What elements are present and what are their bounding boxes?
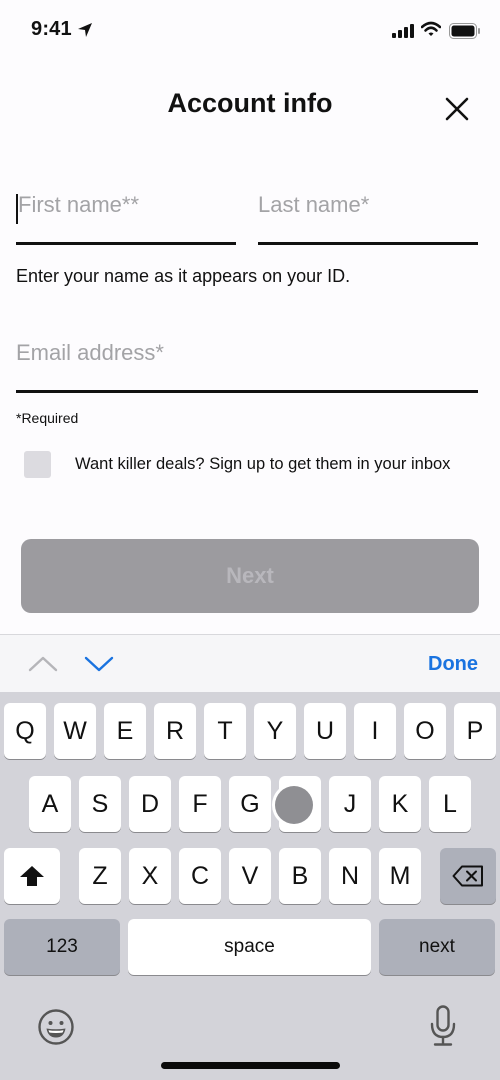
microphone-icon[interactable] [428,1005,458,1047]
close-icon[interactable] [442,94,472,124]
key-n[interactable]: N [329,848,371,904]
key-a[interactable]: A [29,776,71,832]
wifi-icon [421,21,441,36]
key-x[interactable]: X [129,848,171,904]
last-name-input[interactable] [258,192,478,218]
key-t[interactable]: T [204,703,246,759]
chevron-down-icon[interactable] [84,655,114,673]
key-z[interactable]: Z [79,848,121,904]
home-indicator [161,1062,340,1069]
cellular-signal-icon [392,24,414,38]
space-key[interactable]: space [128,919,371,975]
key-s[interactable]: S [79,776,121,832]
first-name-field[interactable] [16,192,236,245]
battery-icon [449,23,480,39]
touch-indicator [275,786,313,824]
numbers-key[interactable]: 123 [4,919,120,975]
status-time: 9:41 [31,18,72,40]
email-field[interactable] [16,340,478,393]
email-input[interactable] [16,340,478,366]
chevron-up-icon[interactable] [28,655,58,673]
key-g[interactable]: G [229,776,271,832]
shift-icon [20,866,44,886]
text-caret [16,194,18,224]
backspace-key[interactable] [440,848,496,904]
key-f[interactable]: F [179,776,221,832]
last-name-field[interactable] [258,192,478,245]
deals-checkbox[interactable] [24,451,51,478]
name-hint: Enter your name as it appears on your ID… [16,266,351,286]
key-p[interactable]: P [454,703,496,759]
key-k[interactable]: K [379,776,421,832]
key-y[interactable]: Y [254,703,296,759]
page-title: Account info [167,88,333,118]
key-i[interactable]: I [354,703,396,759]
backspace-icon [452,865,483,887]
required-note: *Required [16,410,79,426]
key-q[interactable]: Q [4,703,46,759]
key-v[interactable]: V [229,848,271,904]
key-e[interactable]: E [104,703,146,759]
key-o[interactable]: O [404,703,446,759]
next-key[interactable]: next [379,919,495,975]
done-button[interactable]: Done [428,653,478,676]
first-name-input[interactable] [16,192,236,218]
shift-key[interactable] [4,848,60,904]
key-j[interactable]: J [329,776,371,832]
location-arrow-icon [78,23,92,37]
key-c[interactable]: C [179,848,221,904]
emoji-icon[interactable] [37,1008,75,1046]
key-l[interactable]: L [429,776,471,832]
status-bar: 9:41 [0,0,500,60]
key-r[interactable]: R [154,703,196,759]
key-m[interactable]: M [379,848,421,904]
keyboard-accessory-bar: Done [0,634,500,692]
key-u[interactable]: U [304,703,346,759]
key-w[interactable]: W [54,703,96,759]
key-d[interactable]: D [129,776,171,832]
deals-checkbox-label[interactable]: Want killer deals? Sign up to get them i… [75,455,450,474]
next-button[interactable]: Next [21,539,479,613]
key-b[interactable]: B [279,848,321,904]
